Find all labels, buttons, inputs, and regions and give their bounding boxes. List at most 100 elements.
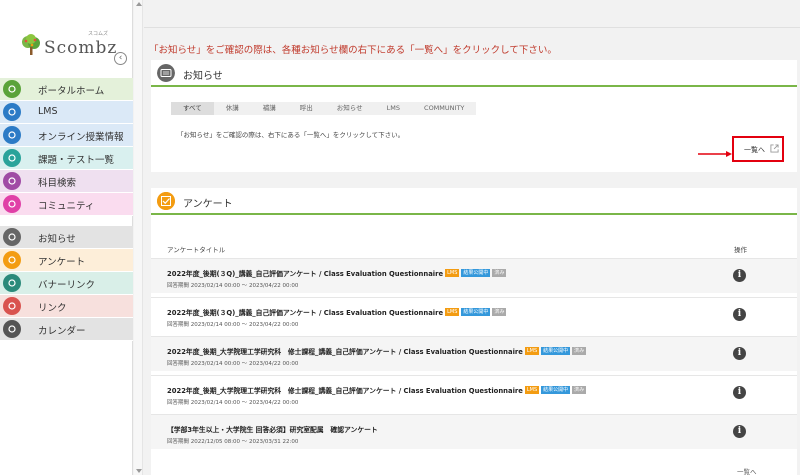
sidebar-item-label: 課題・テスト一覧 [38, 155, 115, 166]
table-row[interactable]: 【学部3年生以上・大学院生 回答必須】研究室配属 確認アンケート 回答期間 202… [151, 414, 797, 449]
sidebar-item-top-1[interactable]: LMS [0, 101, 133, 124]
tab-5[interactable]: LMS [375, 102, 412, 115]
sidebar-item-top-5[interactable]: コミュニティ [0, 193, 133, 216]
tab-3[interactable]: 呼出 [288, 102, 325, 115]
sidebar-item-label: お知らせ [38, 234, 76, 245]
sidebar-item-bottom-4[interactable]: カレンダー [0, 318, 133, 341]
tree-logo-icon [22, 34, 40, 55]
collapse-sidebar-icon[interactable]: ‹ [114, 52, 127, 65]
keyboard-icon [3, 126, 21, 144]
sidebar-item-label: コミュニティ [38, 201, 95, 212]
done-badge: 済み [492, 308, 507, 316]
book-icon [3, 149, 21, 167]
info-icon[interactable]: i [733, 269, 746, 282]
sidebar-nav: ポータルホーム LMS オンライン授業情報 課題・テスト一覧科目検索コミュニティ お知ら… [0, 78, 133, 341]
sidebar: Scombz スコムズ ‹ ポータルホーム LMS オンライン授業情報 課題・テスト一… [0, 0, 133, 475]
announcement-tabs: すべて 休講 補講 呼出 お知らせ LMS COMMUNITY [171, 102, 477, 115]
sidebar-item-top-0[interactable]: ポータルホーム [0, 78, 133, 101]
link-icon [3, 297, 21, 315]
survey-row-period: 回答期間 2023/02/14 00:00 ～ 2023/04/22 00:00 [167, 361, 299, 367]
info-icon[interactable]: i [733, 425, 746, 438]
survey-row-title[interactable]: 【学部3年生以上・大学院生 回答必須】研究室配属 確認アンケート [167, 424, 378, 434]
published-badge: 結果公開中 [541, 386, 571, 394]
notice-banner: 「お知らせ」をご確認の際は、各種お知らせ欄の右下にある「一覧へ」をクリックして下… [149, 45, 557, 56]
survey-row-title[interactable]: 2022年度_後期_大学院理工学研究科 修士課程_講義_自己評価アンケート / … [167, 385, 587, 395]
sidebar-item-label: LMS [38, 106, 58, 117]
sidebar-item-top-4[interactable]: 科目検索 [0, 170, 133, 193]
checkbox-icon [157, 192, 175, 210]
sidebar-item-bottom-3[interactable]: リンク [0, 295, 133, 318]
survey-row-period: 回答期間 2023/02/14 00:00 ～ 2023/04/22 00:00 [167, 400, 299, 406]
sidebar-item-bottom-0[interactable]: お知らせ [0, 226, 133, 249]
table-row[interactable]: 2022年度_後期(３Q)_講義_自己評価アンケート / Class Evalu… [151, 297, 797, 332]
sidebar-item-top-2[interactable]: オンライン授業情報 [0, 124, 133, 147]
column-title: アンケートタイトル [167, 246, 226, 254]
scroll-down-icon[interactable] [136, 469, 142, 473]
logo-text: Scombz [44, 38, 118, 58]
view-all-surveys-link[interactable]: 一覧へ [737, 466, 757, 475]
done-badge: 済み [492, 269, 507, 277]
survey-title-text: 2022年度_後期(３Q)_講義_自己評価アンケート / Class Evalu… [167, 270, 444, 278]
red-arrow-annotation [698, 151, 732, 157]
nav-divider [0, 216, 133, 226]
view-all-announcements-button[interactable]: 一覧へ [732, 136, 784, 162]
table-row[interactable]: 2022年度_後期_大学院理工学研究科 修士課程_講義_自己評価アンケート / … [151, 336, 797, 371]
survey-title-text: 2022年度_後期_大学院理工学研究科 修士課程_講義_自己評価アンケート / … [167, 348, 523, 356]
announcements-body: 「お知らせ」をご確認の際は、右下にある「一覧へ」をクリックして下さい。 [177, 131, 405, 139]
checkbox-icon [3, 251, 21, 269]
announcements-title: お知らせ [183, 71, 223, 82]
info-icon[interactable]: i [733, 308, 746, 321]
sidebar-item-label: リンク [38, 303, 67, 314]
done-badge: 済み [572, 386, 587, 394]
column-action: 操作 [734, 246, 747, 254]
survey-panel: アンケート アンケートタイトル 操作 2022年度_後期(３Q)_講義_自己評価… [151, 188, 797, 475]
survey-title: アンケート [183, 199, 233, 210]
lms-badge: LMS [524, 386, 540, 394]
survey-row-period: 回答期間 2023/02/14 00:00 ～ 2023/04/22 00:00 [167, 322, 299, 328]
lms-badge: LMS [524, 347, 540, 355]
lms-badge: LMS [445, 269, 460, 277]
published-badge: 結果公開中 [461, 308, 491, 316]
sidebar-item-top-3[interactable]: 課題・テスト一覧 [0, 147, 133, 170]
tab-2[interactable]: 補講 [251, 102, 288, 115]
sidebar-item-bottom-1[interactable]: アンケート [0, 249, 133, 272]
logo-ruby: スコムズ [88, 31, 109, 37]
sidebar-item-label: バナーリンク [38, 280, 96, 291]
survey-row-period: 回答期間 2023/02/14 00:00 ～ 2023/04/22 00:00 [167, 283, 299, 289]
sidebar-item-bottom-2[interactable]: バナーリンク [0, 272, 133, 295]
newspaper-icon [3, 228, 21, 246]
survey-title-text: 2022年度_後期(３Q)_講義_自己評価アンケート / Class Evalu… [167, 309, 444, 317]
survey-row-title[interactable]: 2022年度_後期(３Q)_講義_自己評価アンケート / Class Evalu… [167, 307, 507, 317]
sidebar-item-label: オンライン授業情報 [38, 132, 124, 143]
table-row[interactable]: 2022年度_後期(３Q)_講義_自己評価アンケート / Class Evalu… [151, 258, 797, 293]
tab-0[interactable]: すべて [171, 102, 214, 115]
scombz-logo[interactable]: Scombz スコムズ ‹ [20, 30, 130, 70]
table-row[interactable]: 2022年度_後期_大学院理工学研究科 修士課程_講義_自己評価アンケート / … [151, 375, 797, 410]
newspaper-icon [157, 64, 175, 82]
survey-row-period: 回答期間 2022/12/05 08:00 ～ 2023/03/31 22:00 [167, 439, 299, 445]
search-icon [3, 195, 21, 213]
tab-6[interactable]: COMMUNITY [412, 102, 476, 115]
scroll-up-icon[interactable] [136, 2, 142, 6]
survey-title-text: 【学部3年生以上・大学院生 回答必須】研究室配属 確認アンケート [167, 426, 378, 434]
survey-header: アンケート [151, 188, 797, 215]
view-all-label: 一覧へ [744, 146, 765, 154]
home-icon [3, 80, 21, 98]
info-icon[interactable]: i [733, 386, 746, 399]
published-badge: 結果公開中 [541, 347, 571, 355]
search-icon [3, 172, 21, 190]
sidebar-scrollbar[interactable] [134, 0, 143, 475]
external-link-icon [770, 144, 779, 153]
lms-badge: LMS [445, 308, 460, 316]
survey-title-text: 2022年度_後期_大学院理工学研究科 修士課程_講義_自己評価アンケート / … [167, 387, 523, 395]
tab-1[interactable]: 休講 [214, 102, 251, 115]
sidebar-item-label: アンケート [38, 257, 86, 268]
top-bar [144, 0, 800, 28]
survey-row-title[interactable]: 2022年度_後期_大学院理工学研究科 修士課程_講義_自己評価アンケート / … [167, 346, 587, 356]
survey-row-title[interactable]: 2022年度_後期(３Q)_講義_自己評価アンケート / Class Evalu… [167, 268, 507, 278]
published-badge: 結果公開中 [461, 269, 491, 277]
done-badge: 済み [572, 347, 587, 355]
sidebar-item-label: ポータルホーム [38, 86, 105, 97]
tab-4[interactable]: お知らせ [325, 102, 375, 115]
info-icon[interactable]: i [733, 347, 746, 360]
